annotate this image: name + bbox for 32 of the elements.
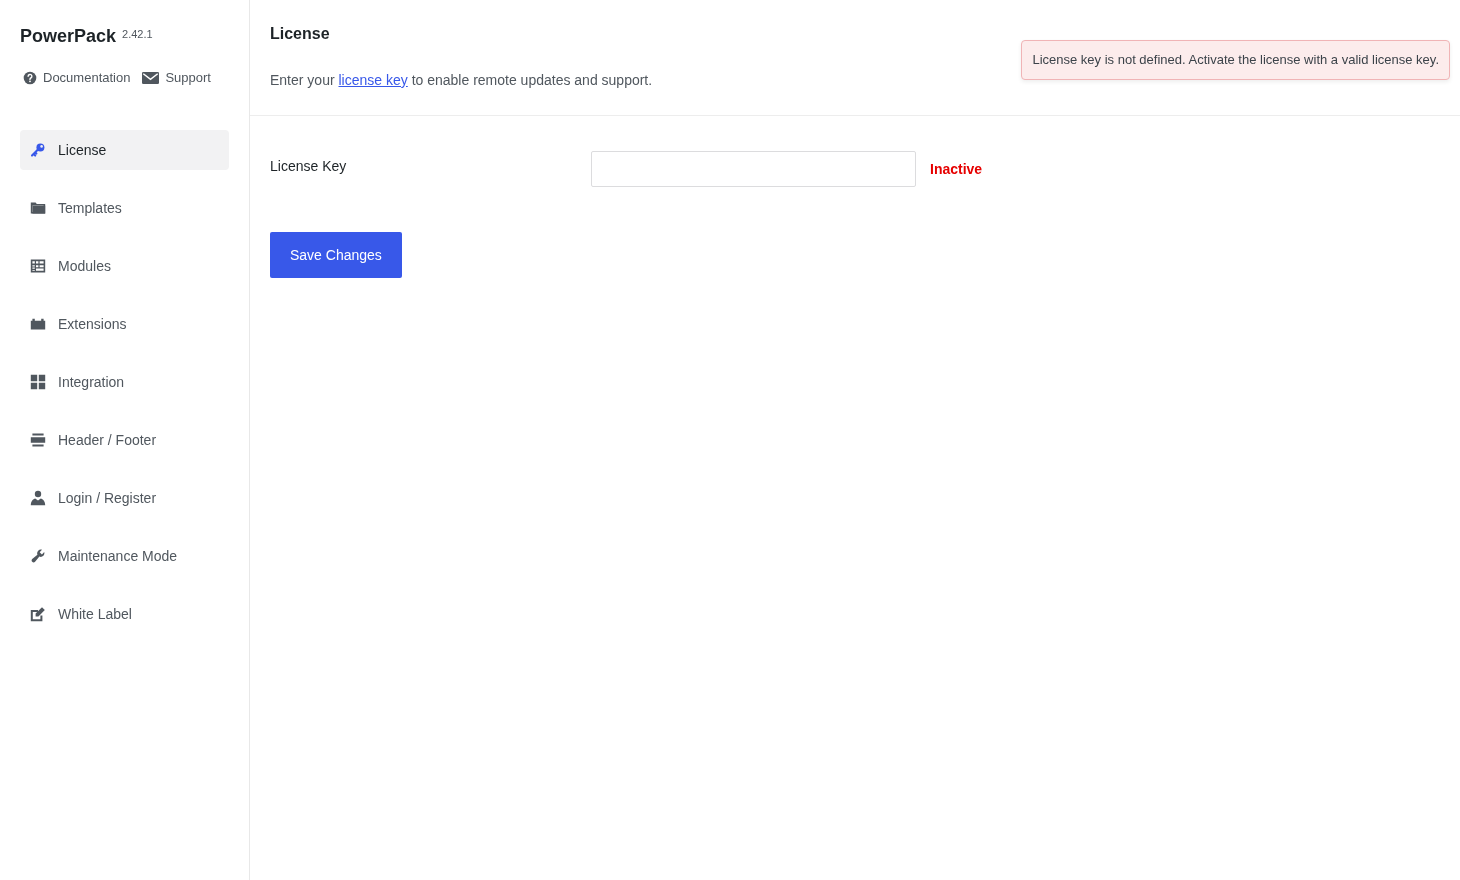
save-button[interactable]: Save Changes xyxy=(270,232,402,278)
sidebar-nav-item[interactable]: License xyxy=(20,130,229,170)
license-key-link[interactable]: license key xyxy=(338,72,408,88)
sidebar-nav-item[interactable]: Extensions xyxy=(20,304,229,344)
person-icon xyxy=(30,490,46,506)
mail-icon xyxy=(142,72,160,84)
license-key-field[interactable] xyxy=(591,151,916,187)
status-text: Inactive xyxy=(930,160,983,179)
grid-icon xyxy=(30,374,46,390)
version-label: 2.42.1 xyxy=(122,27,153,41)
table-icon xyxy=(30,258,46,274)
sidebar-nav-item[interactable]: Login / Register xyxy=(20,478,229,518)
edit-icon xyxy=(30,606,46,622)
sidebar-nav-item[interactable]: White Label xyxy=(20,594,229,634)
sidebar-nav-item[interactable]: Header / Footer xyxy=(20,420,229,460)
block-icon xyxy=(30,316,46,332)
sidebar-nav-item[interactable]: Modules xyxy=(20,246,229,286)
error-notice: License key is not defined. Activate the license with a valid license key. xyxy=(1021,40,1450,80)
bars-icon xyxy=(30,432,46,448)
brand-name: PowerPack xyxy=(20,25,117,48)
sidebar-nav-item[interactable]: Maintenance Mode xyxy=(20,536,229,576)
key-icon xyxy=(30,142,46,158)
description-text: Enter your license key to enable remote updates and support. xyxy=(270,71,653,90)
help-icon xyxy=(23,71,37,85)
folder-icon xyxy=(30,200,46,216)
field-label: License Key xyxy=(270,157,348,176)
sidebar-nav-item[interactable]: Integration xyxy=(20,362,229,402)
documentation-link[interactable]: Documentation xyxy=(23,69,131,87)
sidebar-nav-item[interactable]: Templates xyxy=(20,188,229,228)
page-title: License xyxy=(270,24,331,44)
support-link[interactable]: Support xyxy=(142,69,211,87)
wrench-icon xyxy=(30,548,46,564)
